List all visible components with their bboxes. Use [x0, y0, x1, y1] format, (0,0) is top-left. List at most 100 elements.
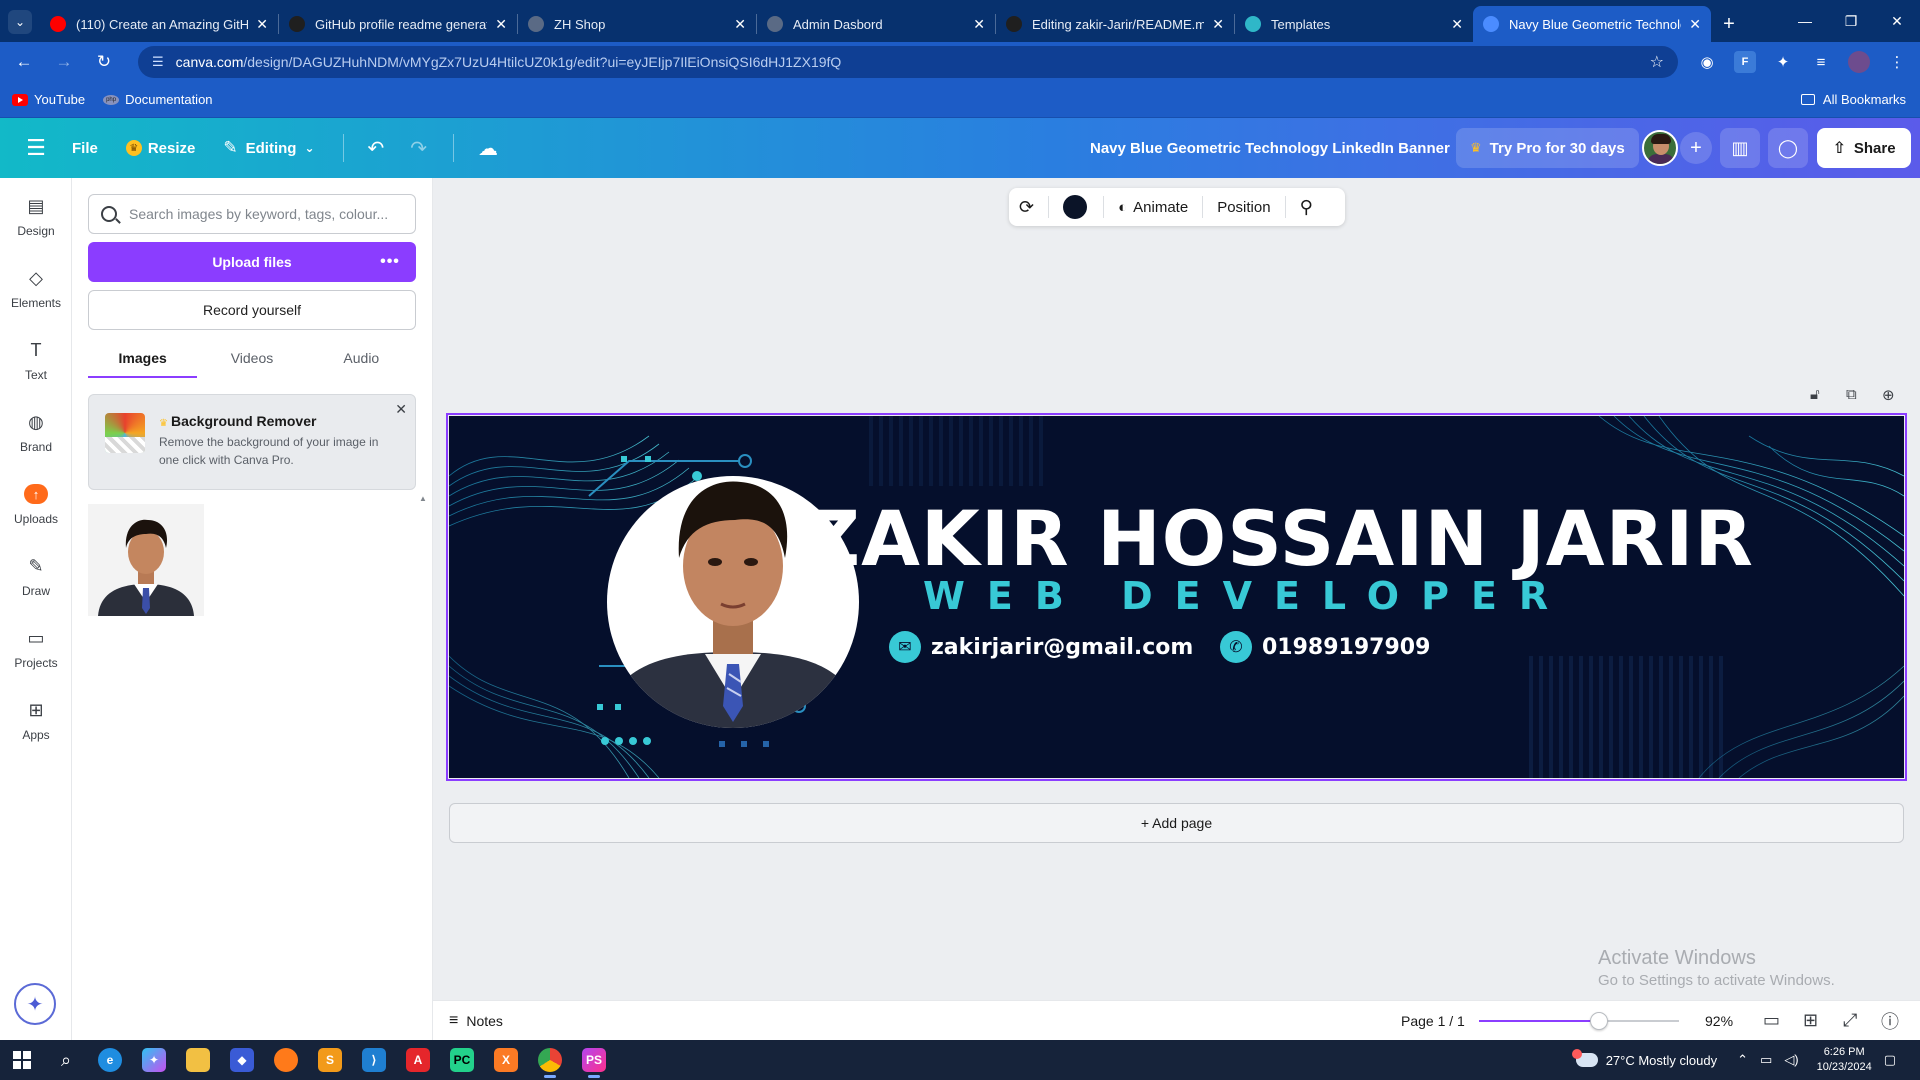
site-info-icon[interactable]: ☰	[152, 54, 164, 70]
zoom-value[interactable]: 92%	[1705, 1013, 1733, 1029]
start-button[interactable]	[0, 1040, 44, 1080]
rail-item-design[interactable]: ▤ Design	[0, 194, 72, 254]
animate-button[interactable]: ◐ Animate	[1118, 199, 1188, 216]
camera-extension-icon[interactable]: ◉	[1696, 51, 1718, 73]
taskbar-vscode[interactable]: ⟩	[352, 1040, 396, 1080]
close-tab-icon[interactable]: ✕	[1212, 16, 1224, 33]
close-tab-icon[interactable]: ✕	[495, 16, 507, 33]
rail-item-elements[interactable]: ◇ Elements	[0, 266, 72, 326]
resize-button[interactable]: ♛ Resize	[125, 140, 195, 157]
zoom-slider-handle[interactable]	[1590, 1012, 1608, 1030]
browser-tab[interactable]: Editing zakir-Jarir/README.md ✕	[996, 6, 1234, 42]
design-banner[interactable]: ZAKIR HOSSAIN JARIR WEB DEVELOPER ✉ zaki…	[449, 416, 1904, 778]
help-icon[interactable]: ⓘ	[1881, 1008, 1899, 1034]
minimize-button[interactable]: —	[1782, 0, 1828, 42]
page-indicator[interactable]: Page 1 / 1	[1401, 1013, 1465, 1029]
fullscreen-icon[interactable]: ⤢	[1843, 1010, 1857, 1031]
zoom-slider[interactable]	[1479, 1012, 1679, 1030]
hidden-icons-chevron-icon[interactable]: ⌃	[1737, 1052, 1748, 1068]
weather-widget[interactable]: 27°C Mostly cloudy	[1571, 1049, 1717, 1068]
bookmark-documentation[interactable]: php Documentation	[103, 92, 213, 107]
forward-button[interactable]: →	[50, 48, 78, 76]
banner-phone-row[interactable]: ✆ 01989197909	[1220, 631, 1430, 663]
browser-tab[interactable]: Templates ✕	[1235, 6, 1473, 42]
share-button[interactable]: ⇧ Share	[1817, 128, 1911, 168]
taskbar-phpstorm[interactable]: PS	[572, 1040, 616, 1080]
network-icon[interactable]: ▭	[1760, 1052, 1772, 1068]
all-bookmarks-button[interactable]: All Bookmarks	[1800, 92, 1906, 107]
media-controls-icon[interactable]: ≡	[1810, 51, 1832, 73]
taskbar-acrobat[interactable]: A	[396, 1040, 440, 1080]
user-avatar[interactable]	[1642, 130, 1678, 166]
more-options-icon[interactable]: •••	[374, 246, 406, 278]
rail-item-brand[interactable]: ◍ Brand	[0, 410, 72, 470]
record-yourself-button[interactable]: Record yourself	[88, 290, 416, 330]
rail-item-text[interactable]: T Text	[0, 338, 72, 398]
close-tab-icon[interactable]: ✕	[734, 16, 746, 33]
notes-button[interactable]: ≡ Notes	[449, 1012, 503, 1030]
puzzle-extensions-icon[interactable]: ✦	[1772, 51, 1794, 73]
try-pro-button[interactable]: ♛ Try Pro for 30 days	[1456, 128, 1639, 168]
taskbar-file-explorer[interactable]	[176, 1040, 220, 1080]
lock-page-icon[interactable]: 🔓︎	[1810, 386, 1820, 403]
search-input[interactable]: Search images by keyword, tags, colour..…	[88, 194, 416, 234]
add-page-button[interactable]: + Add page	[449, 803, 1904, 843]
browser-tab[interactable]: GitHub profile readme generat ✕	[279, 6, 517, 42]
comments-icon[interactable]: ◯	[1768, 128, 1808, 168]
banner-name[interactable]: ZAKIR HOSSAIN JARIR	[805, 494, 1805, 583]
position-button[interactable]: Position	[1217, 199, 1270, 216]
color-swatch[interactable]	[1063, 195, 1088, 219]
background-remover-promo[interactable]: ♛ Background Remover Remove the backgroun…	[88, 394, 416, 490]
close-tab-icon[interactable]: ✕	[1451, 16, 1463, 33]
clock[interactable]: 6:26 PM 10/23/2024	[1817, 1045, 1872, 1075]
taskbar-sublime[interactable]: S	[308, 1040, 352, 1080]
close-tab-icon[interactable]: ✕	[973, 16, 985, 33]
tab-videos[interactable]: Videos	[197, 338, 306, 378]
browser-tab[interactable]: (110) Create an Amazing GitHub ✕	[40, 6, 278, 42]
reload-button[interactable]: ↻	[90, 48, 118, 76]
browser-tab[interactable]: ZH Shop ✕	[518, 6, 756, 42]
bookmark-star-icon[interactable]: ☆	[1650, 52, 1664, 72]
taskbar-edge[interactable]: e	[88, 1040, 132, 1080]
url-input[interactable]: ☰ canva.com/design/DAGUZHuhNDM/vMYgZx7Uz…	[138, 46, 1678, 78]
close-tab-icon[interactable]: ✕	[256, 16, 268, 33]
notifications-icon[interactable]: ▢	[1884, 1052, 1896, 1068]
uploaded-image-thumbnail[interactable]	[88, 504, 204, 616]
tab-audio[interactable]: Audio	[307, 338, 416, 378]
rail-item-projects[interactable]: ▭ Projects	[0, 626, 72, 686]
invite-plus-button[interactable]: +	[1680, 132, 1712, 164]
taskbar-copilot[interactable]: ✦	[132, 1040, 176, 1080]
rail-item-uploads[interactable]: ↑ Uploads	[0, 482, 72, 542]
redo-icon[interactable]: ↷	[410, 136, 427, 161]
new-tab-button[interactable]: +	[1711, 6, 1747, 42]
tab-images[interactable]: Images	[88, 338, 198, 378]
search-button[interactable]: ⌕	[44, 1040, 88, 1080]
magic-assistant-icon[interactable]: ✦	[14, 983, 56, 1025]
browser-tab[interactable]: Admin Dasbord ✕	[757, 6, 995, 42]
rail-item-draw[interactable]: ✎ Draw	[0, 554, 72, 614]
taskbar-xampp[interactable]: X	[484, 1040, 528, 1080]
volume-icon[interactable]: ◁)	[1784, 1052, 1798, 1068]
taskbar-firefox[interactable]	[264, 1040, 308, 1080]
banner-email-row[interactable]: ✉ zakirjarir@gmail.com	[889, 631, 1193, 663]
back-button[interactable]: ←	[10, 48, 38, 76]
upload-files-button[interactable]: Upload files •••	[88, 242, 416, 282]
design-title[interactable]: Navy Blue Geometric Technology LinkedIn …	[1090, 140, 1450, 157]
taskbar-app-blue[interactable]: ◆	[220, 1040, 264, 1080]
close-icon[interactable]: ✕	[395, 401, 407, 418]
insights-chart-icon[interactable]: ▥	[1720, 128, 1760, 168]
bookmark-youtube[interactable]: YouTube	[12, 92, 85, 107]
cloud-saved-icon[interactable]: ☁	[478, 136, 498, 161]
duplicate-page-icon[interactable]: ⧉	[1846, 386, 1857, 403]
main-menu-icon[interactable]: ☰	[0, 135, 72, 161]
profile-avatar-icon[interactable]	[1848, 51, 1870, 73]
scroll-up-arrow-icon[interactable]: ▲	[419, 494, 427, 503]
browser-menu-icon[interactable]: ⋮	[1886, 51, 1908, 73]
magic-edit-icon[interactable]: ⟳	[1019, 197, 1034, 218]
tab-search-button[interactable]: ⌄	[0, 2, 40, 42]
banner-role[interactable]: WEB DEVELOPER	[923, 574, 1570, 618]
grid-view-icon[interactable]: ⊞	[1803, 1010, 1818, 1031]
f-extension-icon[interactable]: F	[1734, 51, 1756, 73]
taskbar-chrome[interactable]	[528, 1040, 572, 1080]
add-page-icon[interactable]: ⊕	[1882, 386, 1895, 404]
